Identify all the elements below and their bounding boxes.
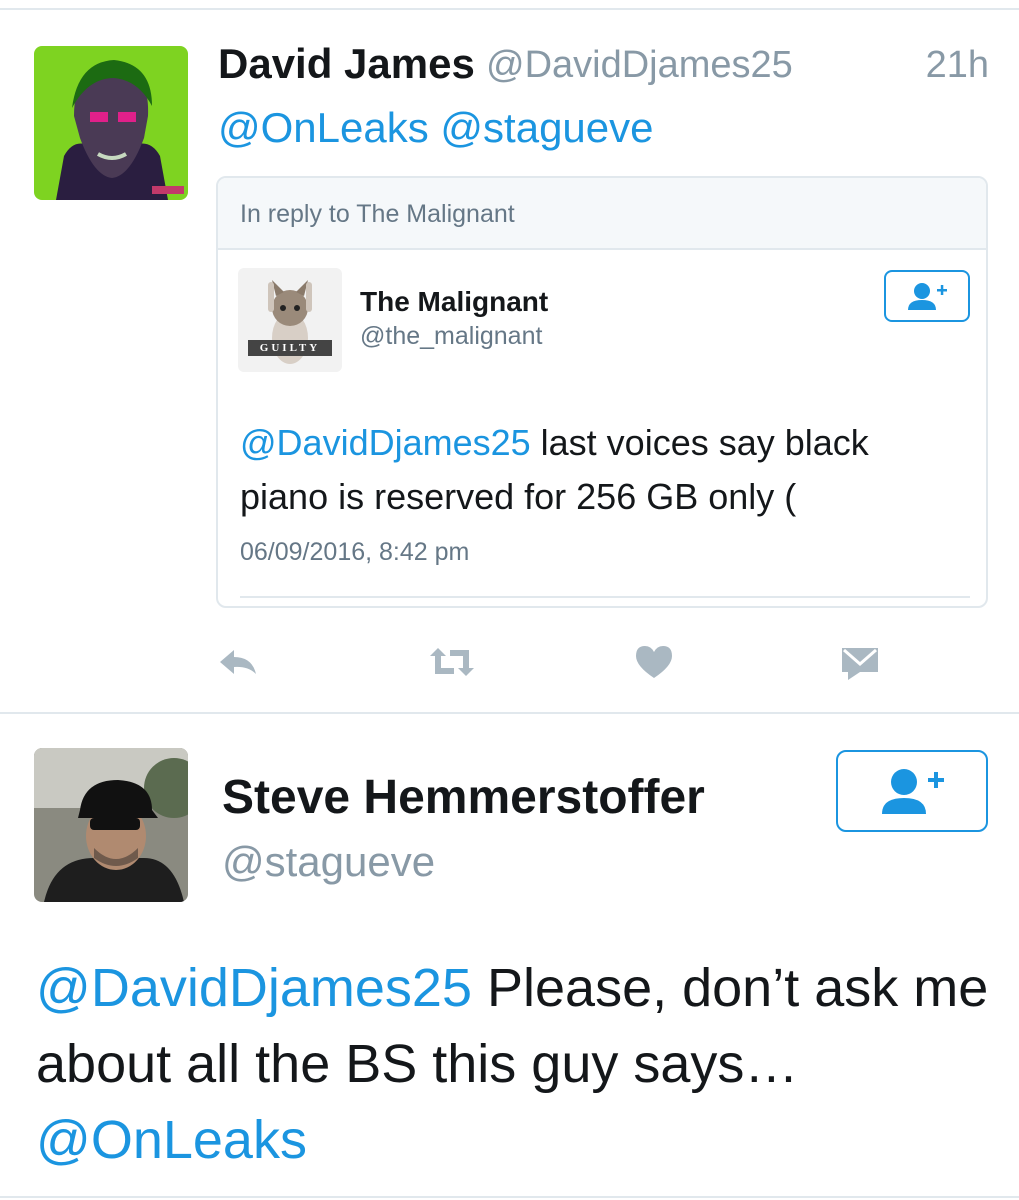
reply-context-label: In reply to The Malignant xyxy=(240,200,515,228)
mention-link[interactable]: @OnLeaks xyxy=(36,1110,307,1170)
retweet-button[interactable] xyxy=(426,640,474,684)
author-name[interactable]: David James xyxy=(218,40,475,88)
kitten-avatar-icon xyxy=(238,268,342,372)
follow-button[interactable] xyxy=(836,750,988,832)
author-handle[interactable]: @DavidDjames25 xyxy=(486,44,793,87)
quoted-mention[interactable]: @DavidDjames25 xyxy=(240,422,531,463)
author-handle[interactable]: @stagueve xyxy=(222,838,435,886)
quoted-date: 06/09/2016, 8:42 pm xyxy=(240,538,470,566)
joker-avatar-icon xyxy=(34,46,188,200)
quoted-tweet-text: @DavidDjames25 last voices say black pia… xyxy=(240,416,960,524)
quoted-avatar[interactable]: GUILTY xyxy=(238,268,342,372)
avatar[interactable] xyxy=(34,748,188,902)
top-divider xyxy=(0,8,1019,10)
author-name[interactable]: Steve Hemmerstoffer xyxy=(222,770,705,825)
quoted-author-name[interactable]: The Malignant xyxy=(360,286,548,318)
follow-button[interactable] xyxy=(884,270,970,322)
mention-link[interactable]: @DavidDjames25 xyxy=(36,958,472,1018)
like-button[interactable] xyxy=(632,640,680,684)
tweet-divider xyxy=(0,712,1019,714)
tweet-mentions[interactable]: @OnLeaks @stagueve xyxy=(218,104,654,152)
add-user-icon xyxy=(882,769,944,814)
quoted-divider xyxy=(240,596,970,598)
avatar[interactable] xyxy=(34,46,188,200)
add-user-icon xyxy=(908,283,947,310)
quoted-tweet-card[interactable]: In reply to The Malignant GUILTY The Mal… xyxy=(216,176,988,608)
direct-message-icon xyxy=(842,648,878,680)
avatar-caption: GUILTY xyxy=(259,342,321,354)
tweet-timestamp[interactable]: 21h xyxy=(926,44,989,87)
direct-message-button[interactable] xyxy=(838,640,886,684)
profile-photo-icon xyxy=(34,748,188,902)
tweet-text: @DavidDjames25 Please, don’t ask me abou… xyxy=(36,950,996,1178)
reply-icon xyxy=(220,650,256,674)
like-icon xyxy=(636,646,672,678)
reply-context-header: In reply to The Malignant xyxy=(218,178,986,250)
reply-button[interactable] xyxy=(214,640,262,684)
retweet-icon xyxy=(430,648,474,676)
bottom-divider xyxy=(0,1196,1019,1198)
quoted-author-handle[interactable]: @the_malignant xyxy=(360,322,542,351)
